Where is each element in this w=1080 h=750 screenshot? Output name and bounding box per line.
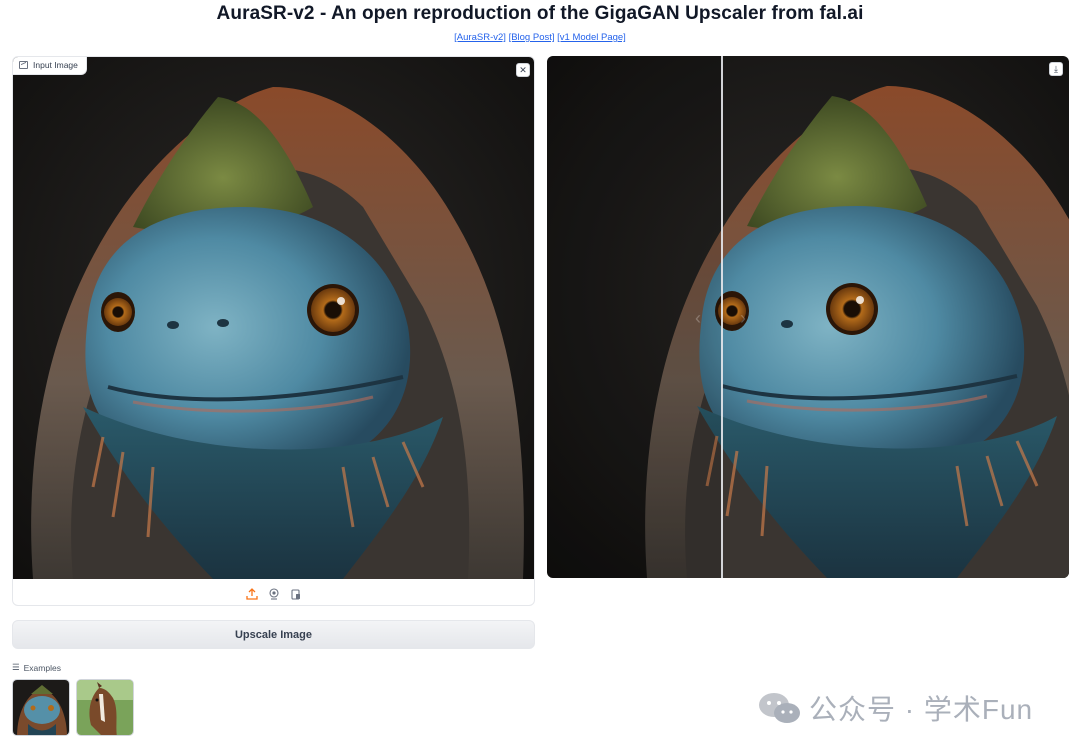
v1-model-page-link[interactable]: [v1 Model Page] xyxy=(557,32,626,43)
output-image-panel: ‹ › ⤓ xyxy=(547,56,1069,578)
image-icon xyxy=(19,61,28,69)
example-horse-thumbnail[interactable] xyxy=(76,679,134,736)
list-icon: ☰ xyxy=(12,662,20,672)
wechat-icon xyxy=(759,693,800,723)
examples-header: ☰ Examples xyxy=(12,662,61,673)
close-icon[interactable]: ✕ xyxy=(516,63,530,77)
wechat-watermark: 公众号 · 学术Fun xyxy=(757,688,1033,728)
input-image[interactable] xyxy=(13,57,534,579)
input-image-label: Input Image xyxy=(13,57,87,75)
comparison-slider-handle[interactable] xyxy=(721,56,723,578)
output-comparison-slider[interactable] xyxy=(547,56,1069,578)
chevron-left-icon: ‹ xyxy=(695,308,701,328)
download-icon[interactable]: ⤓ xyxy=(1049,62,1063,76)
example-lizard-thumbnail[interactable] xyxy=(12,679,70,736)
page-title: AuraSR-v2 - An open reproduction of the … xyxy=(216,3,864,24)
upscale-image-button[interactable]: Upscale Image xyxy=(12,620,535,649)
upload-icon[interactable] xyxy=(245,587,259,601)
chevron-right-icon: › xyxy=(740,308,746,328)
clipboard-icon[interactable] xyxy=(289,587,303,601)
input-image-panel: Input Image ✕ xyxy=(12,56,535,606)
aurasr-v2-link[interactable]: [AuraSR-v2] xyxy=(454,32,506,43)
blog-post-link[interactable]: [Blog Post] xyxy=(509,32,555,43)
header-links: [AuraSR-v2] [Blog Post] [v1 Model Page] xyxy=(0,32,1080,43)
input-source-toolbar xyxy=(13,583,534,605)
webcam-icon[interactable] xyxy=(267,587,281,601)
